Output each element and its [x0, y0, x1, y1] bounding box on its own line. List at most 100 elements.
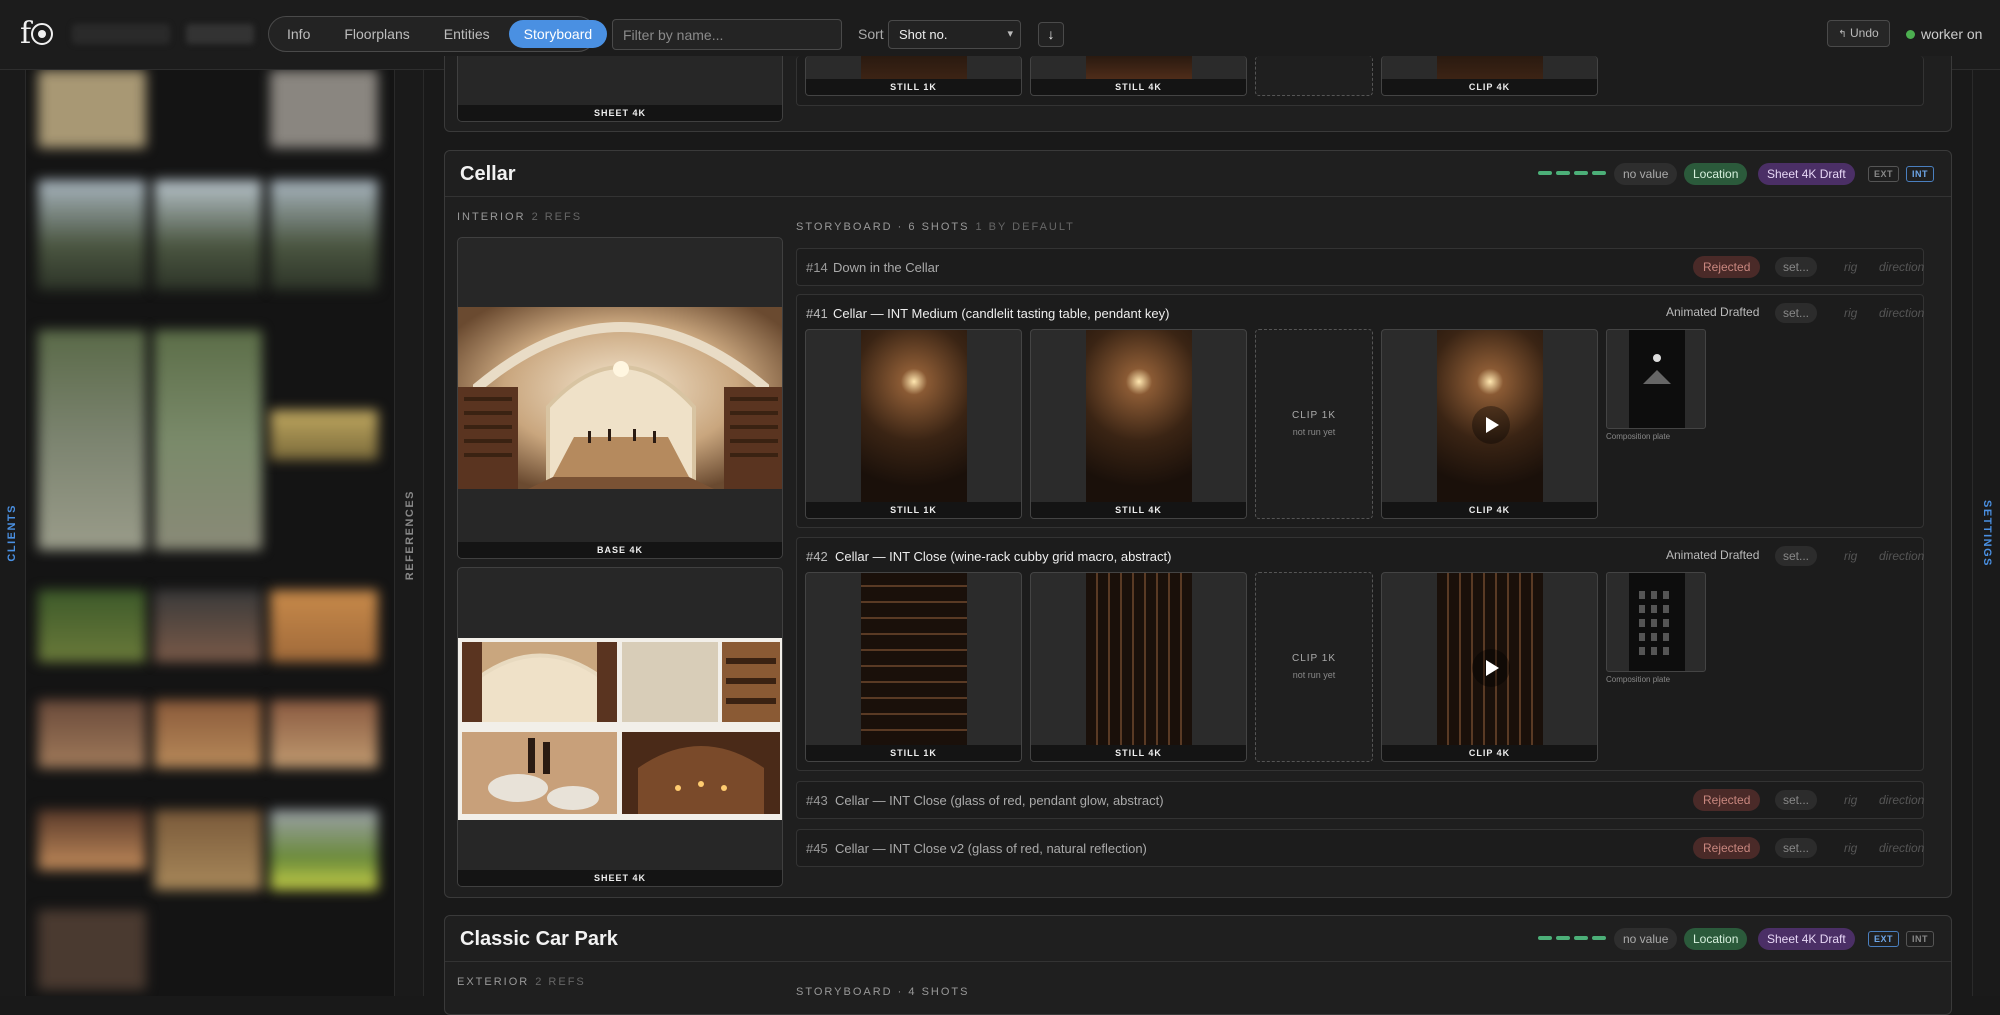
- client-thumb[interactable]: [270, 810, 378, 890]
- location-pill[interactable]: Location: [1684, 928, 1748, 950]
- status-badge[interactable]: Rejected: [1693, 837, 1761, 859]
- ext-toggle[interactable]: EXT: [1868, 166, 1900, 182]
- tab-entities[interactable]: Entities: [429, 20, 505, 48]
- clients-rail[interactable]: CLIENTS: [0, 70, 26, 996]
- rig-select[interactable]: rig: [1836, 838, 1865, 858]
- shot-placeholder[interactable]: [1255, 56, 1373, 96]
- references-rail-label[interactable]: REFERENCES: [404, 490, 416, 580]
- reference-card[interactable]: SHEET 4K: [457, 56, 783, 122]
- shot-thumb-clip-4k[interactable]: CLIP 4K: [1381, 56, 1598, 96]
- shot-thumb-clip-4k[interactable]: CLIP 4K: [1381, 572, 1598, 762]
- shot-row-41[interactable]: #41 Cellar — INT Medium (candlelit tasti…: [796, 294, 1924, 528]
- rig-select[interactable]: rig: [1836, 546, 1865, 566]
- shot-thumb-still-1k[interactable]: STILL 1K: [805, 329, 1022, 519]
- client-thumb[interactable]: [270, 590, 378, 662]
- location-pill[interactable]: Location: [1684, 163, 1748, 185]
- breadcrumb-client[interactable]: [186, 24, 254, 44]
- shot-row-43[interactable]: #43 Cellar — INT Close (glass of red, pe…: [796, 781, 1924, 819]
- tab-info[interactable]: Info: [272, 20, 325, 48]
- shot-thumb-still-4k[interactable]: STILL 4K: [1030, 56, 1247, 96]
- client-thumb[interactable]: [38, 910, 146, 990]
- client-thumb[interactable]: [270, 70, 378, 148]
- undo-button[interactable]: ↰ Undo: [1827, 20, 1890, 47]
- filter-input[interactable]: [612, 19, 842, 50]
- client-thumb[interactable]: [154, 330, 262, 550]
- client-thumb[interactable]: [154, 590, 262, 662]
- client-thumb[interactable]: [154, 700, 262, 768]
- shot-row-14[interactable]: #14 Down in the Cellar Rejected set... r…: [796, 248, 1924, 286]
- status-badge[interactable]: Rejected: [1693, 256, 1761, 278]
- progress-indicator: [1538, 936, 1610, 940]
- worker-label: worker on: [1921, 26, 1983, 42]
- shot-row-45[interactable]: #45 Cellar — INT Close v2 (glass of red,…: [796, 829, 1924, 867]
- breadcrumb-project[interactable]: [72, 24, 170, 44]
- client-thumb[interactable]: [38, 810, 146, 870]
- value-pill[interactable]: no value: [1614, 163, 1678, 185]
- shot-placeholder-clip-1k[interactable]: CLIP 1K not run yet: [1255, 329, 1373, 519]
- sheet-status-pill[interactable]: Sheet 4K Draft: [1758, 928, 1855, 950]
- client-thumb[interactable]: [154, 810, 262, 890]
- set-select[interactable]: set...: [1775, 546, 1818, 566]
- composition-plate[interactable]: [1606, 329, 1706, 429]
- shot-thumb-still-1k[interactable]: STILL 1K: [805, 56, 1022, 96]
- shot-thumb-still-1k[interactable]: STILL 1K: [805, 572, 1022, 762]
- value-pill[interactable]: no value: [1614, 928, 1678, 950]
- shot-thumb-clip-4k[interactable]: CLIP 4K: [1381, 329, 1598, 519]
- status-badge[interactable]: Animated Drafted: [1656, 301, 1769, 323]
- set-select[interactable]: set...: [1775, 257, 1818, 277]
- rig-select[interactable]: rig: [1836, 303, 1865, 323]
- sheet-status-pill[interactable]: Sheet 4K Draft: [1758, 163, 1855, 185]
- int-toggle[interactable]: INT: [1906, 931, 1934, 947]
- direction-select[interactable]: direction: [1871, 303, 1932, 323]
- client-thumb[interactable]: [270, 410, 378, 460]
- settings-rail[interactable]: SETTINGS: [1972, 70, 2000, 996]
- composition-plate[interactable]: [1606, 572, 1706, 672]
- client-thumb[interactable]: [38, 330, 146, 550]
- client-thumb[interactable]: [38, 70, 146, 148]
- status-badge[interactable]: Animated Drafted: [1656, 544, 1769, 566]
- client-thumb[interactable]: [38, 180, 146, 290]
- section-header[interactable]: Cellar no value Location Sheet 4K Draft …: [445, 151, 1951, 197]
- app-logo[interactable]: f: [20, 16, 54, 51]
- ext-toggle[interactable]: EXT: [1868, 931, 1900, 947]
- tab-floorplans[interactable]: Floorplans: [329, 20, 424, 48]
- client-gallery: [26, 70, 394, 996]
- int-toggle[interactable]: INT: [1906, 166, 1934, 182]
- play-icon[interactable]: [1472, 649, 1510, 687]
- client-thumb[interactable]: [38, 590, 146, 662]
- client-thumb[interactable]: [270, 180, 378, 290]
- direction-select[interactable]: direction: [1871, 257, 1932, 277]
- reference-card-base[interactable]: BASE 4K: [457, 237, 783, 559]
- reference-heading: INTERIOR 2 REFS: [457, 211, 583, 223]
- shot-number: #41: [806, 306, 828, 321]
- client-thumb[interactable]: [154, 180, 262, 290]
- direction-select[interactable]: direction: [1871, 838, 1932, 858]
- rig-select[interactable]: rig: [1836, 257, 1865, 277]
- placeholder-title: CLIP 1K: [1291, 410, 1337, 421]
- shot-row-42[interactable]: #42 Cellar — INT Close (wine-rack cubby …: [796, 537, 1924, 771]
- rig-select[interactable]: rig: [1836, 790, 1865, 810]
- references-rail[interactable]: REFERENCES: [394, 70, 424, 996]
- client-thumb[interactable]: [38, 700, 146, 768]
- set-select[interactable]: set...: [1775, 838, 1818, 858]
- client-thumb[interactable]: [270, 700, 378, 768]
- play-icon[interactable]: [1472, 406, 1510, 444]
- shot-thumb-still-4k[interactable]: STILL 4K: [1030, 572, 1247, 762]
- settings-rail-label[interactable]: SETTINGS: [1981, 500, 1993, 567]
- section-header[interactable]: Classic Car Park no value Location Sheet…: [445, 916, 1951, 962]
- tab-storyboard[interactable]: Storyboard: [508, 20, 608, 48]
- set-select[interactable]: set...: [1775, 790, 1818, 810]
- sort-select[interactable]: Shot no. ▾: [888, 20, 1021, 49]
- set-select[interactable]: set...: [1775, 303, 1818, 323]
- direction-select[interactable]: direction: [1871, 546, 1932, 566]
- shot-placeholder-clip-1k[interactable]: CLIP 1K not run yet: [1255, 572, 1373, 762]
- direction-select[interactable]: direction: [1871, 790, 1932, 810]
- sort-direction-button[interactable]: ↓: [1038, 22, 1064, 47]
- shot-row: STILL 1K STILL 4K CLIP 4K: [796, 56, 1924, 106]
- shot-thumb-still-4k[interactable]: STILL 4K: [1030, 329, 1247, 519]
- clients-rail-label[interactable]: CLIENTS: [6, 504, 18, 562]
- section-title: Classic Car Park: [460, 928, 618, 950]
- reference-card-sheet[interactable]: SHEET 4K: [457, 567, 783, 887]
- reference-sheet-image: [458, 638, 782, 820]
- status-badge[interactable]: Rejected: [1693, 789, 1761, 811]
